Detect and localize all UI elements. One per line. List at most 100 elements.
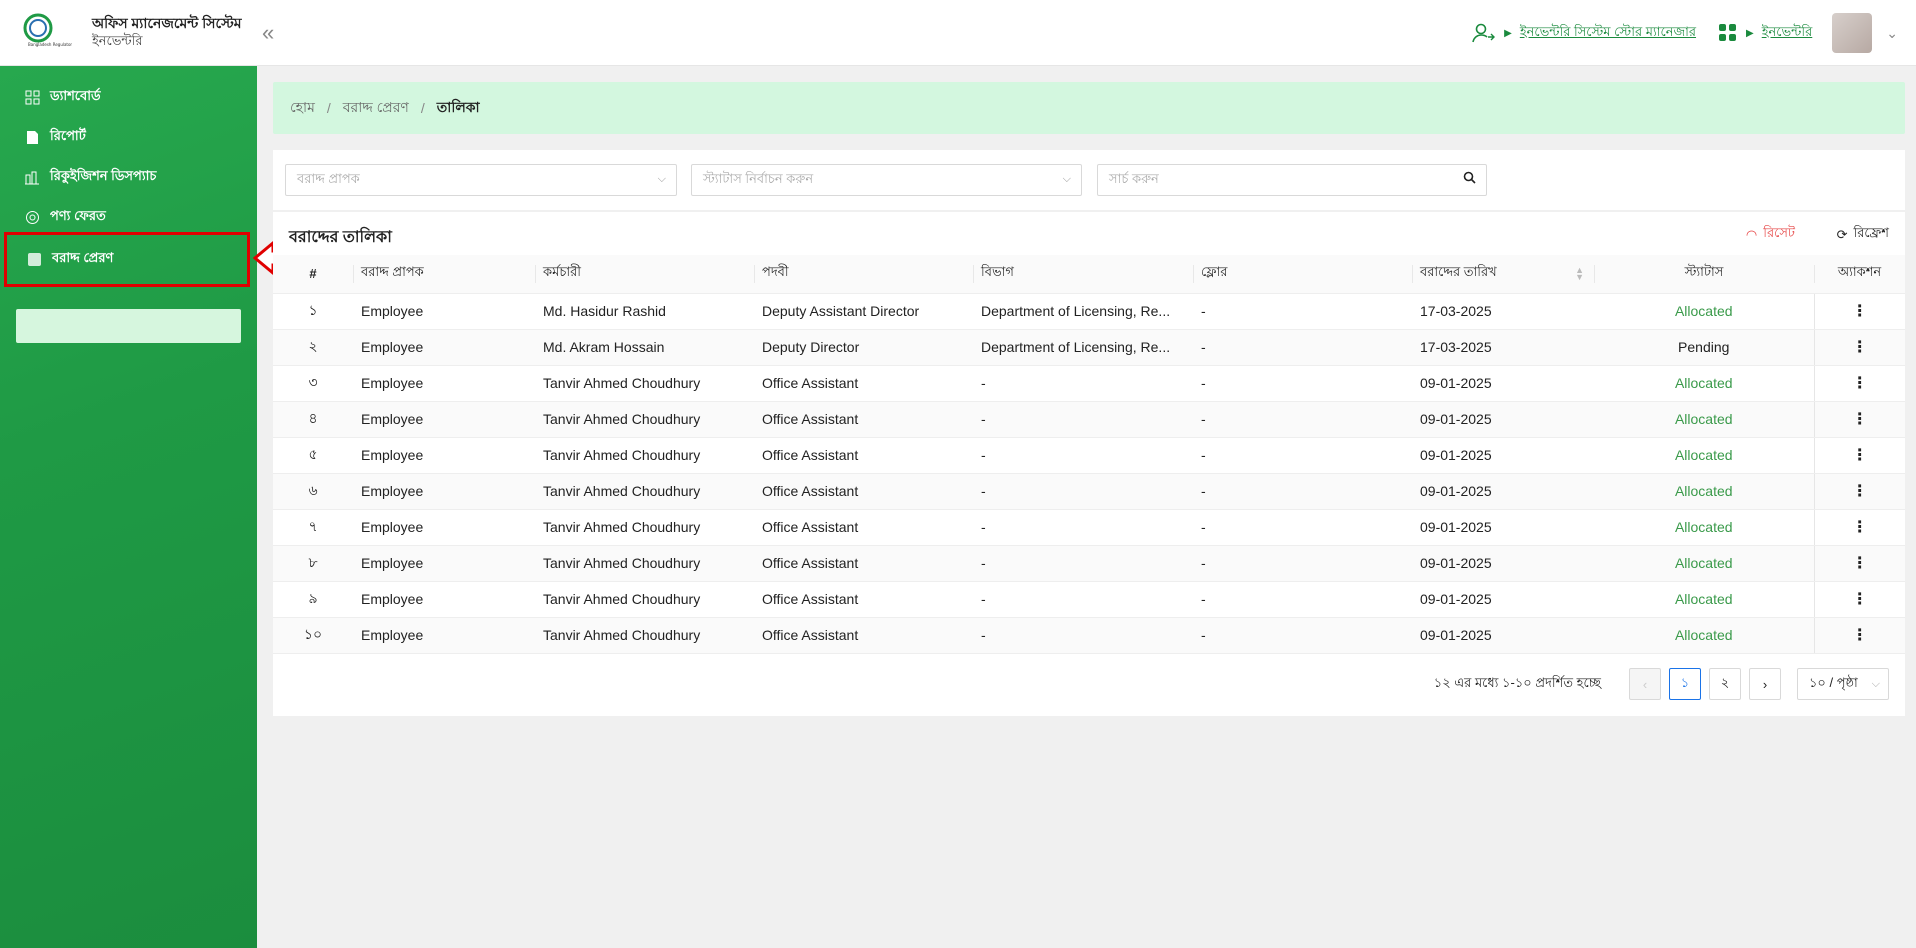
cell-designation: Office Assistant xyxy=(754,509,973,546)
cell-recipient: Employee xyxy=(353,293,535,330)
sidebar-item-label: রিকুইজিশন ডিসপ্যাচ xyxy=(50,168,157,183)
row-action-menu-icon[interactable]: ⋮ xyxy=(1813,293,1905,330)
row-action-menu-icon[interactable]: ⋮ xyxy=(1813,401,1905,438)
cell-department: - xyxy=(973,581,1193,618)
row-action-menu-icon[interactable]: ⋮ xyxy=(1813,581,1905,618)
cell-floor: - xyxy=(1193,293,1412,330)
sort-icon[interactable]: ▲ ▼ xyxy=(1575,266,1584,282)
pagination-info: ১২ এর মধ্যে ১-১০ প্রদর্শিত হচ্ছে xyxy=(1433,674,1601,690)
cell-floor: - xyxy=(1193,473,1412,510)
refresh-button[interactable]: ⟳ রিফ্রেশ xyxy=(1837,224,1889,245)
refresh-icon: ⟳ xyxy=(1836,226,1848,242)
row-action-menu-icon[interactable]: ⋮ xyxy=(1813,437,1905,474)
page-size-select[interactable]: ১০ / পৃষ্ঠা ⌵ xyxy=(1797,668,1889,700)
cell-recipient: Employee xyxy=(353,509,535,546)
breadcrumb-home[interactable]: হোম xyxy=(290,96,315,120)
cell-floor: - xyxy=(1193,329,1412,366)
sidebar-item-requisition-dispatch[interactable]: রিকুইজিশন ডিসপ্যাচ xyxy=(24,167,156,188)
avatar[interactable] xyxy=(1832,13,1873,53)
collapse-sidebar-icon[interactable]: « xyxy=(262,20,274,46)
cell-designation: Deputy Director xyxy=(754,329,973,366)
recipient-select[interactable]: বরাদ্দ প্রাপক ⌵ xyxy=(285,164,677,196)
table-row: ৮ Employee Tanvir Ahmed Choudhury Office As… xyxy=(273,545,1905,582)
caret-right-icon: ▶ xyxy=(1746,27,1754,39)
cell-designation: Deputy Assistant Director xyxy=(754,293,973,330)
cell-status: Allocated xyxy=(1594,437,1814,474)
cell-date: 09-01-2025 xyxy=(1412,617,1594,654)
col-header-action: অ্যাকশন xyxy=(1814,255,1905,294)
col-header-date[interactable]: বরাদ্দের তারিখ ▲ ▼ xyxy=(1412,255,1594,294)
col-header-index: # xyxy=(273,255,353,294)
cell-department: - xyxy=(973,473,1193,510)
cell-index: ৫ xyxy=(273,437,353,474)
breadcrumb-current: তালিকা xyxy=(436,99,480,115)
row-action-menu-icon[interactable]: ⋮ xyxy=(1813,545,1905,582)
page-1-button[interactable]: ১ xyxy=(1669,668,1701,700)
search-input[interactable]: সার্চ করুন xyxy=(1097,164,1487,196)
sidebar-item-report[interactable]: রিপোর্ট xyxy=(24,127,86,148)
row-action-menu-icon[interactable]: ⋮ xyxy=(1813,329,1905,366)
cell-department: - xyxy=(973,401,1193,438)
sidebar-item-dashboard[interactable]: ড্যাশবোর্ড xyxy=(24,87,101,108)
sidebar: ড্যাশবোর্ড রিপোর্ট রিকুইজিশন ডিসপ্যাচ পণ… xyxy=(0,66,257,948)
cell-floor: - xyxy=(1193,617,1412,654)
filter-bar: বরাদ্দ প্রাপক ⌵ স্ট্যাটাস নির্বাচন করুন … xyxy=(273,150,1905,210)
chevron-down-icon: ⌵ xyxy=(1062,173,1071,185)
cell-status: Allocated xyxy=(1594,365,1814,402)
cell-floor: - xyxy=(1193,437,1412,474)
role-link[interactable]: ইনভেন্টরি সিস্টেম স্টোর ম্যানেজার xyxy=(1520,23,1696,44)
svg-text:Bangladesh Regulatory: Bangladesh Regulatory xyxy=(28,42,72,47)
pagination: ১২ এর মধ্যে ১-১০ প্রদর্শিত হচ্ছে ‹ ১ ২ ›… xyxy=(1434,668,1889,700)
cell-status: Allocated xyxy=(1594,401,1814,438)
prev-page-button[interactable]: ‹ xyxy=(1629,668,1661,700)
row-action-menu-icon[interactable]: ⋮ xyxy=(1813,617,1905,654)
user-switch-icon[interactable] xyxy=(1472,22,1496,44)
table-row: ৭ Employee Tanvir Ahmed Choudhury Office As… xyxy=(273,509,1905,546)
cell-employee: Tanvir Ahmed Choudhury xyxy=(535,473,754,510)
col-header-recipient: বরাদ্দ প্রাপক xyxy=(353,255,535,294)
sidebar-item-label: রিপোর্ট xyxy=(50,128,86,143)
reset-button[interactable]: ◠ রিসেট xyxy=(1746,224,1795,245)
status-select[interactable]: স্ট্যাটাস নির্বাচন করুন ⌵ xyxy=(691,164,1082,196)
allocation-table: # বরাদ্দ প্রাপক কর্মচারী পদবী বিভাগ ফ্লো… xyxy=(273,255,1905,654)
col-header-designation: পদবী xyxy=(754,255,973,294)
cell-employee: Md. Hasidur Rashid xyxy=(535,293,754,330)
cell-index: ৩ xyxy=(273,365,353,402)
cell-department: Department of Licensing, Re... xyxy=(973,329,1193,366)
dispatch-icon xyxy=(24,170,40,186)
cell-index: ৭ xyxy=(273,509,353,546)
cell-department: - xyxy=(973,437,1193,474)
table-row: ৯ Employee Tanvir Ahmed Choudhury Office As… xyxy=(273,581,1905,618)
cell-floor: - xyxy=(1193,509,1412,546)
row-action-menu-icon[interactable]: ⋮ xyxy=(1813,365,1905,402)
cell-recipient: Employee xyxy=(353,473,535,510)
page-2-button[interactable]: ২ xyxy=(1709,668,1741,700)
col-header-floor: ফ্লোর xyxy=(1193,255,1412,294)
cell-designation: Office Assistant xyxy=(754,473,973,510)
row-action-menu-icon[interactable]: ⋮ xyxy=(1813,509,1905,546)
row-action-menu-icon[interactable]: ⋮ xyxy=(1813,473,1905,510)
col-header-department: বিভাগ xyxy=(973,255,1193,294)
search-icon[interactable] xyxy=(1463,171,1476,187)
highlight-box xyxy=(4,232,250,287)
apps-grid-icon[interactable] xyxy=(1718,23,1738,43)
cell-status: Pending xyxy=(1594,329,1814,366)
cell-designation: Office Assistant xyxy=(754,617,973,654)
cell-designation: Office Assistant xyxy=(754,365,973,402)
caret-right-icon: ▶ xyxy=(1504,27,1512,39)
sidebar-item-label: পণ্য ফেরত xyxy=(50,208,106,223)
next-page-button[interactable]: › xyxy=(1749,668,1781,700)
breadcrumb-section[interactable]: বরাদ্দ প্রেরণ xyxy=(343,96,409,120)
table-title: বরাদ্দের তালিকা xyxy=(289,229,392,246)
cell-date: 09-01-2025 xyxy=(1412,581,1594,618)
chevron-down-icon[interactable]: ⌄ xyxy=(1886,25,1898,42)
cell-date: 09-01-2025 xyxy=(1412,365,1594,402)
cell-recipient: Employee xyxy=(353,617,535,654)
cell-status: Allocated xyxy=(1594,581,1814,618)
cell-department: - xyxy=(973,545,1193,582)
module-link[interactable]: ইনভেন্টরি xyxy=(1762,23,1813,44)
header-right: ▶ ইনভেন্টরি সিস্টেম স্টোর ম্যানেজার ▶ ইন… xyxy=(1472,13,1898,53)
sidebar-item-product-return[interactable]: পণ্য ফেরত xyxy=(24,207,106,228)
cell-index: ২ xyxy=(273,329,353,366)
table-row: ১ Employee Md. Hasidur Rashid Deputy Assist… xyxy=(273,293,1905,330)
